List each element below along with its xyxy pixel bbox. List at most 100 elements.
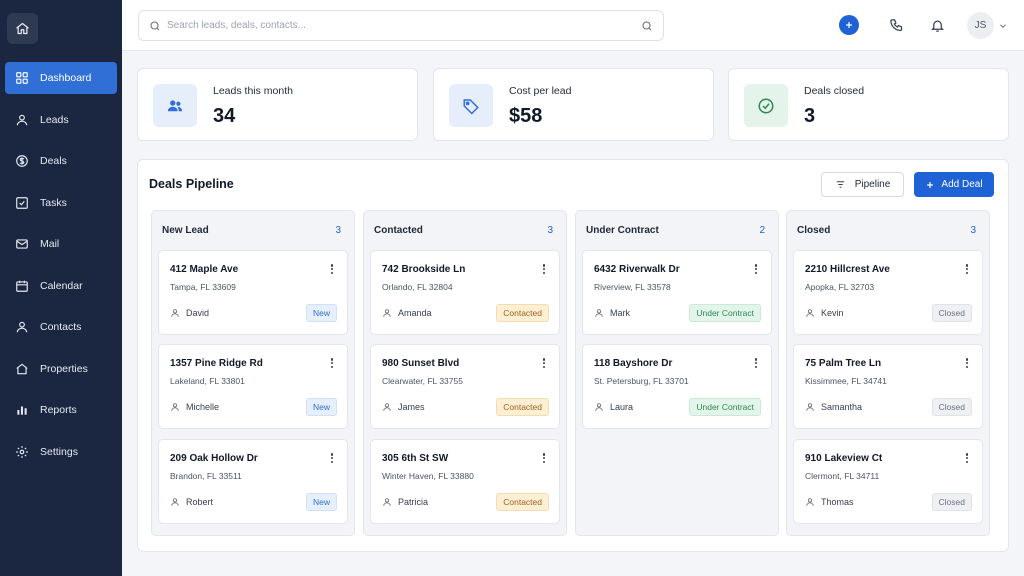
pipeline-filter-label: Pipeline xyxy=(854,179,891,190)
deal-card[interactable]: 742 Brookside Ln Orlando, FL 32804 Amanda C… xyxy=(370,250,560,335)
tag-icon xyxy=(449,84,493,127)
more-options-icon[interactable] xyxy=(541,357,547,369)
status-badge: Contacted xyxy=(496,493,549,511)
more-options-icon[interactable] xyxy=(541,263,547,275)
deal-card[interactable]: 6432 Riverwalk Dr Riverview, FL 33578 Mark… xyxy=(582,250,772,335)
contact-name: Thomas xyxy=(821,497,854,507)
deal-card[interactable]: 980 Sunset Blvd Clearwater, FL 33755 James… xyxy=(370,344,560,429)
more-options-icon[interactable] xyxy=(964,263,970,275)
more-options-icon[interactable] xyxy=(329,452,335,464)
status-badge: Contacted xyxy=(496,398,549,416)
deal-card[interactable]: 910 Lakeview Ct Clermont, FL 34711 Thomas C… xyxy=(793,439,983,524)
home-button[interactable] xyxy=(7,13,38,44)
phone-button[interactable] xyxy=(888,17,904,33)
stat-label: Cost per lead xyxy=(509,85,572,97)
more-options-icon[interactable] xyxy=(541,452,547,464)
user-icon xyxy=(382,497,398,507)
more-options-icon[interactable] xyxy=(753,357,759,369)
deal-city: Orlando, FL 32804 xyxy=(382,282,453,292)
sidebar-item-label: Deals xyxy=(40,155,67,167)
column-title: Closed xyxy=(797,225,831,236)
deal-contact: Samantha xyxy=(805,402,862,412)
sidebar-item-leads[interactable]: Leads xyxy=(5,104,117,136)
sidebar-item-properties[interactable]: Properties xyxy=(5,353,117,385)
notifications-button[interactable] xyxy=(929,17,945,33)
user-icon xyxy=(805,402,821,412)
status-badge: New xyxy=(305,398,337,416)
contact-name: David xyxy=(186,308,210,318)
deal-card[interactable]: 209 Oak Hollow Dr Brandon, FL 33511 Robert… xyxy=(158,439,348,524)
more-options-icon[interactable] xyxy=(964,452,970,464)
deal-address: 118 Bayshore Dr xyxy=(594,358,673,369)
contact-name: James xyxy=(398,402,425,412)
more-options-icon[interactable] xyxy=(329,263,335,275)
deal-card[interactable]: 1357 Pine Ridge Rd Lakeland, FL 33801 Mich… xyxy=(158,344,348,429)
plus-icon xyxy=(846,22,852,28)
contact-name: Mark xyxy=(610,308,630,318)
deal-city: Clermont, FL 34711 xyxy=(805,471,880,481)
search-input[interactable] xyxy=(167,20,641,31)
sidebar-item-calendar[interactable]: Calendar xyxy=(5,270,117,302)
user-icon xyxy=(170,497,186,507)
deal-card[interactable]: 2210 Hillcrest Ave Apopka, FL 32703 Kevin C… xyxy=(793,250,983,335)
checkbox-icon xyxy=(15,196,29,210)
sidebar-item-dashboard[interactable]: Dashboard xyxy=(5,62,117,94)
phone-icon xyxy=(889,18,902,31)
deal-card[interactable]: 305 6th St SW Winter Haven, FL 33880 Patri… xyxy=(370,439,560,524)
deal-city: Riverview, FL 33578 xyxy=(594,282,671,292)
deal-city: Lakeland, FL 33801 xyxy=(170,376,245,386)
create-button[interactable] xyxy=(839,15,859,35)
user-icon xyxy=(382,402,398,412)
column-title: Contacted xyxy=(374,225,423,236)
pipeline-column: Closed 3 2210 Hillcrest Ave Apopka, FL 3270… xyxy=(786,210,990,536)
more-options-icon[interactable] xyxy=(964,357,970,369)
stat-card-closed: Deals closed 3 xyxy=(728,68,1009,141)
column-count: 3 xyxy=(335,225,341,236)
deal-address: 305 6th St SW xyxy=(382,453,449,464)
sidebar-item-settings[interactable]: Settings xyxy=(5,436,117,468)
sidebar-item-reports[interactable]: Reports xyxy=(5,394,117,426)
deal-city: Tampa, FL 33609 xyxy=(170,282,236,292)
user-icon xyxy=(594,402,610,412)
avatar[interactable]: JS xyxy=(967,12,994,39)
filter-icon xyxy=(836,181,844,188)
search-icon xyxy=(150,20,160,30)
stat-value: $58 xyxy=(509,105,543,127)
more-options-icon[interactable] xyxy=(329,357,335,369)
deal-address: 2210 Hillcrest Ave xyxy=(805,264,890,275)
deal-card[interactable]: 412 Maple Ave Tampa, FL 33609 David New xyxy=(158,250,348,335)
sidebar-item-tasks[interactable]: Tasks xyxy=(5,187,117,219)
pipeline-filter-button[interactable]: Pipeline xyxy=(821,172,904,197)
chevron-down-icon[interactable] xyxy=(998,21,1008,31)
stat-label: Deals closed xyxy=(804,85,865,97)
deal-contact: Laura xyxy=(594,402,633,412)
deal-contact: Kevin xyxy=(805,308,844,318)
sidebar-item-label: Contacts xyxy=(40,321,82,333)
deal-contact: Mark xyxy=(594,308,630,318)
search-submit-icon[interactable] xyxy=(641,20,653,32)
sidebar-item-deals[interactable]: Deals xyxy=(5,145,117,177)
deal-city: Winter Haven, FL 33880 xyxy=(382,471,474,481)
calendar-icon xyxy=(15,279,29,293)
sidebar-item-contacts[interactable]: Contacts xyxy=(5,311,117,343)
sidebar-item-mail[interactable]: Mail xyxy=(5,228,117,260)
top-bar: JS xyxy=(122,0,1024,51)
contact-icon xyxy=(15,320,29,334)
column-count: 2 xyxy=(759,225,765,236)
more-options-icon[interactable] xyxy=(753,263,759,275)
column-title: Under Contract xyxy=(586,225,659,236)
deal-card[interactable]: 118 Bayshore Dr St. Petersburg, FL 33701 L… xyxy=(582,344,772,429)
bar-chart-icon xyxy=(15,403,29,417)
pipeline-column: New Lead 3 412 Maple Ave Tampa, FL 33609 Dav… xyxy=(151,210,355,536)
deal-address: 209 Oak Hollow Dr xyxy=(170,453,258,464)
deal-city: Apopka, FL 32703 xyxy=(805,282,875,292)
add-deal-button[interactable]: Add Deal xyxy=(914,172,994,197)
contact-name: Amanda xyxy=(398,308,432,318)
deal-address: 412 Maple Ave xyxy=(170,264,239,275)
deal-card[interactable]: 75 Palm Tree Ln Kissimmee, FL 34741 Samant… xyxy=(793,344,983,429)
column-count: 3 xyxy=(970,225,976,236)
dollar-icon xyxy=(15,154,29,168)
search-box[interactable] xyxy=(138,10,664,41)
grid-icon xyxy=(15,71,29,85)
column-count: 3 xyxy=(547,225,553,236)
